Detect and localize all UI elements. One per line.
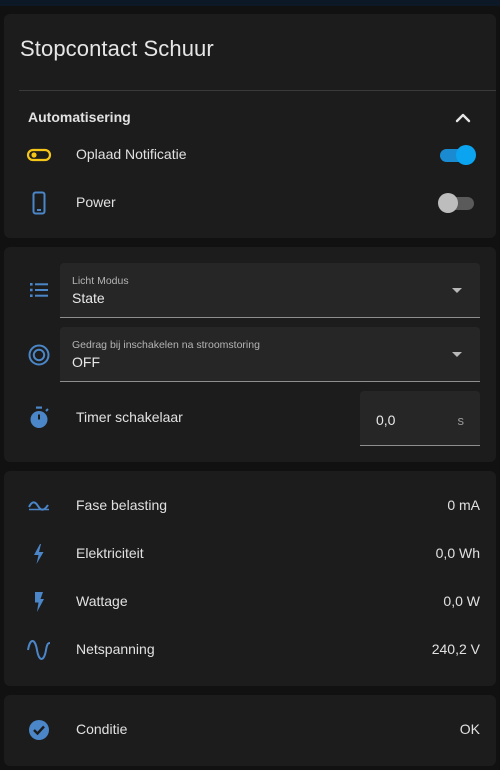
oplaad-notificatie-toggle[interactable] (438, 145, 476, 165)
chevron-up-icon[interactable] (454, 110, 472, 124)
sensor-card: Fase belasting 0 mA Elektriciteit 0,0 Wh… (4, 471, 496, 686)
config-card: Licht Modus State Gedrag bij inschakelen… (4, 247, 496, 462)
sensor-row-wattage[interactable]: Wattage 0,0 W (4, 582, 496, 622)
sensor-value: 0,0 Wh (435, 545, 480, 561)
automation-row-power[interactable]: Power (4, 183, 496, 223)
power-toggle[interactable] (438, 193, 476, 213)
timer-unit: s (457, 413, 465, 428)
sensor-row-fase-belasting[interactable]: Fase belasting 0 mA (4, 486, 496, 526)
top-app-bar (0, 0, 500, 6)
sensor-label: Elektriciteit (76, 545, 144, 561)
status-row-conditie[interactable]: Conditie OK (4, 710, 496, 750)
toggle-switch-icon (26, 148, 52, 162)
lightning-bolt-icon (34, 544, 44, 564)
dropdown-caret-icon (452, 288, 462, 293)
timer-icon (30, 406, 49, 428)
sensor-label: Wattage (76, 593, 128, 609)
dropdown-caret-icon (452, 352, 462, 357)
automation-label: Oplaad Notificatie (76, 146, 187, 162)
sensor-row-elektriciteit[interactable]: Elektriciteit 0,0 Wh (4, 534, 496, 574)
sine-wave-icon (27, 640, 51, 660)
page-title: Stopcontact Schuur (20, 36, 214, 61)
status-card: Conditie OK (4, 695, 496, 766)
select-value: OFF (72, 354, 100, 370)
automation-label: Power (76, 194, 116, 210)
sensor-value: 240,2 V (431, 641, 480, 657)
sensor-label: Fase belasting (76, 497, 168, 513)
status-label: Conditie (76, 721, 128, 737)
automation-row-oplaad-notificatie[interactable]: Oplaad Notificatie (4, 135, 496, 175)
timer-value: 0,0 (376, 412, 396, 428)
status-value: OK (459, 721, 480, 737)
check-circle-icon (29, 720, 49, 740)
list-icon (30, 283, 48, 297)
sensor-label: Netspanning (76, 641, 155, 657)
automation-section-title: Automatisering (28, 109, 131, 125)
sensor-value: 0,0 W (443, 593, 480, 609)
timer-input[interactable]: 0,0 s (360, 391, 480, 446)
licht-modus-select[interactable]: Licht Modus State (60, 263, 480, 318)
sensor-value: 0 mA (447, 497, 480, 513)
select-value: State (72, 290, 105, 306)
select-label: Gedrag bij inschakelen na stroomstoring (72, 339, 260, 351)
current-ac-icon (28, 501, 49, 511)
divider (19, 90, 496, 91)
flash-icon (35, 592, 44, 612)
timer-label: Timer schakelaar (76, 409, 183, 425)
sensor-row-netspanning[interactable]: Netspanning 240,2 V (4, 630, 496, 670)
target-icon (28, 344, 50, 366)
power-on-behavior-select[interactable]: Gedrag bij inschakelen na stroomstoring … (60, 327, 480, 382)
device-card: Stopcontact Schuur Automatisering Oplaad… (4, 14, 496, 238)
phone-icon (32, 191, 46, 215)
select-label: Licht Modus (72, 275, 129, 287)
